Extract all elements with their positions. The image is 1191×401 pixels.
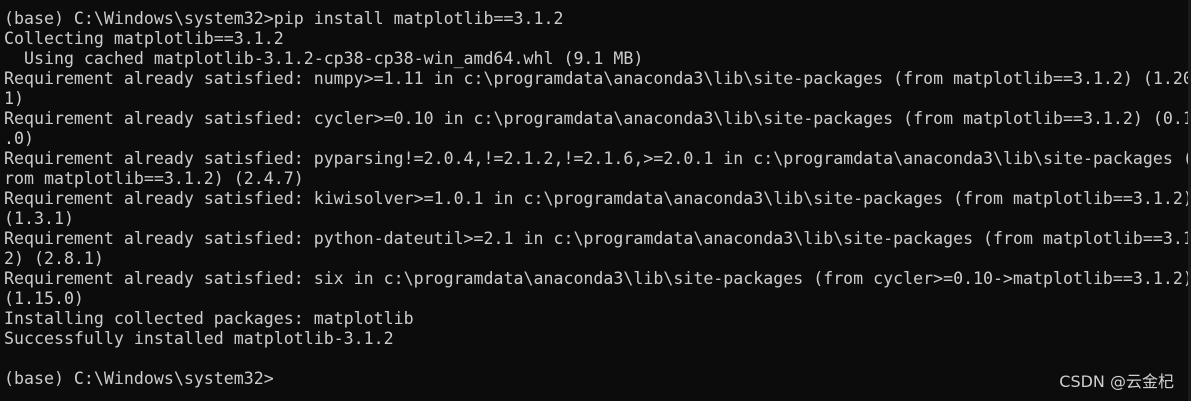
terminal-line: Using cached matplotlib-3.1.2-cp38-cp38-… [4, 49, 644, 68]
terminal-output: (base) C:\Windows\system32>pip install m… [4, 9, 1191, 389]
terminal-line: .0) [4, 129, 34, 148]
terminal-line: (1.15.0) [4, 289, 84, 308]
terminal-line: (1.3.1) [4, 209, 74, 228]
terminal-line: Requirement already satisfied: six in c:… [4, 269, 1191, 288]
terminal-line: 2) (2.8.1) [4, 249, 104, 268]
terminal-line: Collecting matplotlib==3.1.2 [4, 29, 284, 48]
terminal-window[interactable]: (base) C:\Windows\system32>pip install m… [0, 0, 1191, 401]
terminal-line: Requirement already satisfied: numpy>=1.… [4, 69, 1191, 88]
terminal-line: Successfully installed matplotlib-3.1.2 [4, 329, 394, 348]
terminal-line-command: (base) C:\Windows\system32>pip install m… [4, 9, 564, 28]
csdn-watermark: CSDN @云金杞 [1059, 372, 1174, 391]
terminal-line: Installing collected packages: matplotli… [4, 309, 414, 328]
terminal-line: Requirement already satisfied: pyparsing… [4, 149, 1191, 168]
terminal-line: Requirement already satisfied: python-da… [4, 229, 1191, 248]
terminal-line: rom matplotlib==3.1.2) (2.4.7) [4, 169, 304, 188]
terminal-line: 1) [4, 89, 24, 108]
terminal-prompt[interactable]: (base) C:\Windows\system32> [4, 369, 1191, 389]
terminal-line-blank [4, 349, 1191, 369]
terminal-line: Requirement already satisfied: kiwisolve… [4, 189, 1191, 208]
terminal-line: Requirement already satisfied: cycler>=0… [4, 109, 1191, 128]
